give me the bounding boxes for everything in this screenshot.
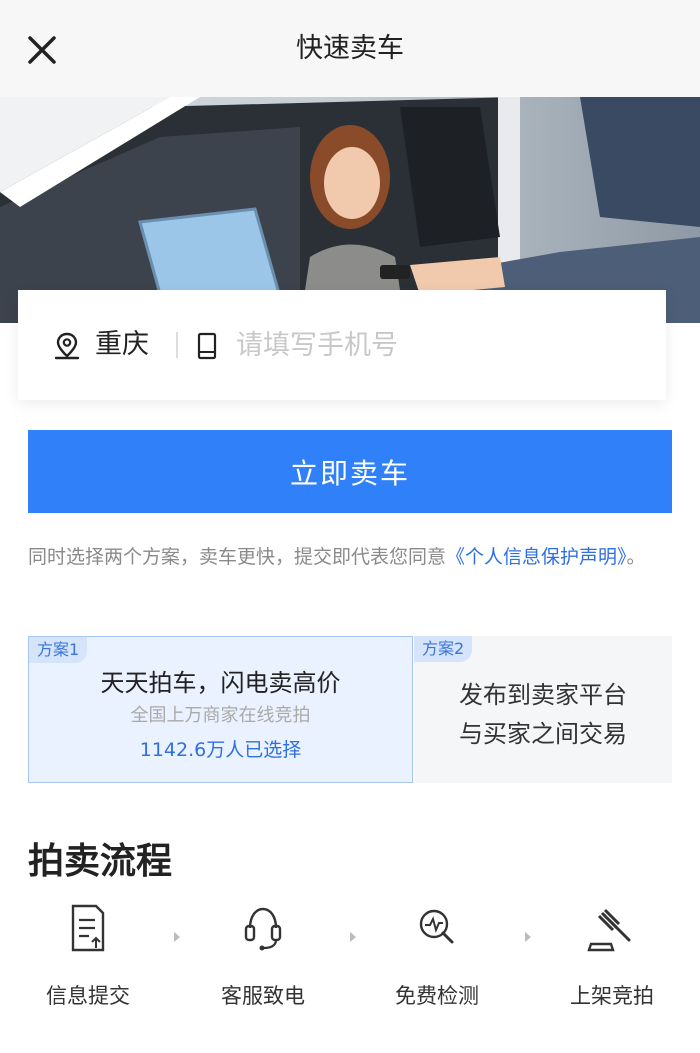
notice-suffix: 。 [626, 546, 646, 568]
divider [176, 332, 178, 358]
plan2-line-1: 发布到卖家平台 [459, 681, 627, 709]
step-document [18, 900, 158, 956]
page-title: 快速卖车 [296, 33, 404, 64]
step-label: 信息提交 [46, 984, 130, 1008]
step-arrow-icon [525, 932, 531, 942]
step-label: 客服致电 [221, 984, 305, 1008]
plan2-line-2: 与买家之间交易 [459, 720, 627, 748]
step-gavel [542, 900, 682, 956]
gavel-icon [587, 908, 631, 952]
plan1-title: 天天拍车，闪电卖高价 [100, 669, 341, 697]
agreement-notice: 同时选择两个方案，卖车更快，提交即代表您同意《个人信息保护声明》。 [28, 540, 673, 574]
plan-tag: 方案2 [414, 636, 473, 662]
phone-icon [196, 331, 218, 361]
step-arrow-icon [174, 932, 180, 942]
step-label: 免费检测 [395, 984, 479, 1008]
step-inspect [367, 900, 507, 956]
plan-tag: 方案1 [29, 637, 88, 663]
phone-input[interactable] [236, 326, 636, 364]
city-selector[interactable]: 重庆 [95, 326, 149, 364]
plan1-count: 1142.6万人已选择 [139, 739, 302, 761]
step-headset [193, 900, 333, 956]
notice-text: 同时选择两个方案，卖车更快，提交即代表您同意 [28, 546, 447, 568]
section-title: 拍卖流程 [28, 841, 173, 882]
plan1-subtitle: 全国上万商家在线竞拍 [130, 705, 311, 726]
location-pin-icon[interactable] [52, 331, 82, 361]
step-label: 上架竞拍 [570, 984, 654, 1008]
document-icon [71, 904, 105, 952]
inspect-icon [419, 909, 454, 944]
headset-icon [244, 907, 282, 951]
sell-now-button[interactable]: 立即卖车 [28, 430, 672, 513]
privacy-policy-link[interactable]: 《个人信息保护声明》 [446, 546, 627, 568]
step-arrow-icon [350, 932, 356, 942]
